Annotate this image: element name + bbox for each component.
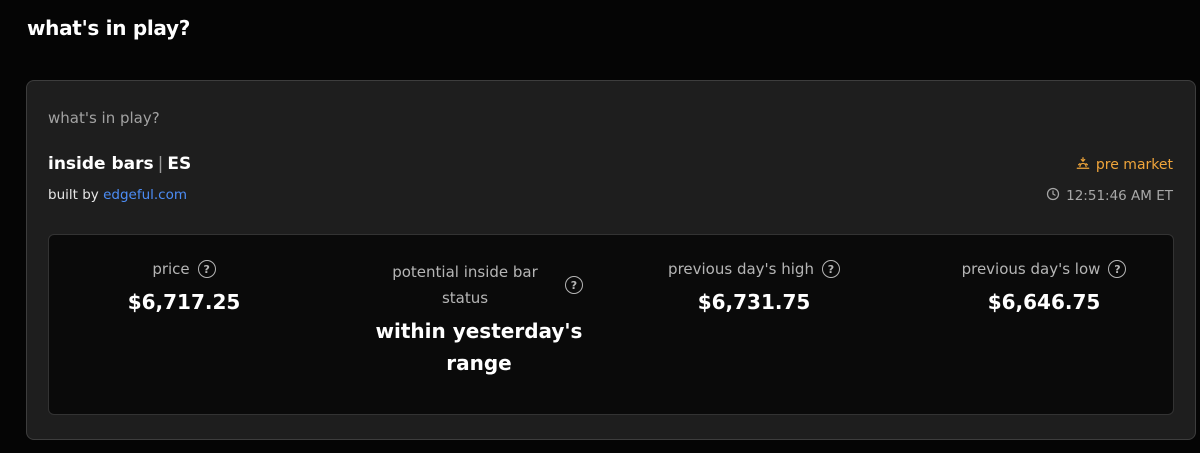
sunrise-icon [1076, 156, 1090, 174]
page-title: what's in play? [27, 16, 191, 40]
metric-inside-bar-status: potential inside bar status ? within yes… [349, 259, 609, 379]
built-by-prefix: built by [48, 187, 99, 203]
metric-value: $6,717.25 [127, 290, 241, 314]
timestamp: 12:51:46 AM ET [1046, 187, 1173, 205]
metric-label: price ? [152, 260, 216, 278]
help-icon[interactable]: ? [197, 260, 216, 278]
built-by: built by edgeful.com [48, 187, 187, 203]
metrics-panel: price ? $6,717.25 potential inside bar s… [48, 234, 1174, 415]
metric-price: price ? $6,717.25 [109, 259, 259, 314]
help-icon[interactable]: ? [821, 260, 840, 278]
metric-value: within yesterday's range [375, 319, 583, 375]
metric-previous-low: previous day's low ? $6,646.75 [929, 259, 1159, 314]
metric-label-text: price [152, 260, 190, 278]
heading-symbol: ES [167, 154, 192, 174]
card-subtitle: what's in play? [48, 109, 160, 127]
card-heading: inside bars | ES [48, 154, 191, 174]
metric-value: $6,646.75 [987, 290, 1101, 314]
edgeful-link[interactable]: edgeful.com [103, 187, 187, 203]
metric-previous-high: previous day's high ? $6,731.75 [639, 259, 869, 314]
heading-main: inside bars [48, 154, 154, 174]
help-icon[interactable]: ? [565, 276, 583, 294]
metric-label: previous day's high ? [668, 260, 840, 278]
inside-bars-card: what's in play? inside bars | ES built by … [26, 80, 1196, 440]
market-status: pre market [1076, 156, 1173, 174]
metric-label-text: potential inside bar status [392, 263, 538, 307]
metric-value: $6,731.75 [697, 290, 811, 314]
timestamp-text: 12:51:46 AM ET [1066, 188, 1173, 204]
clock-icon [1046, 187, 1060, 205]
metric-label: previous day's low ? [962, 260, 1127, 278]
metric-label-text: previous day's high [668, 260, 814, 278]
metric-label-text: previous day's low [961, 260, 1101, 278]
metric-label: potential inside bar status ? [349, 259, 609, 311]
heading-separator: | [157, 154, 164, 174]
help-icon[interactable]: ? [1108, 260, 1127, 278]
market-status-label: pre market [1095, 157, 1173, 173]
